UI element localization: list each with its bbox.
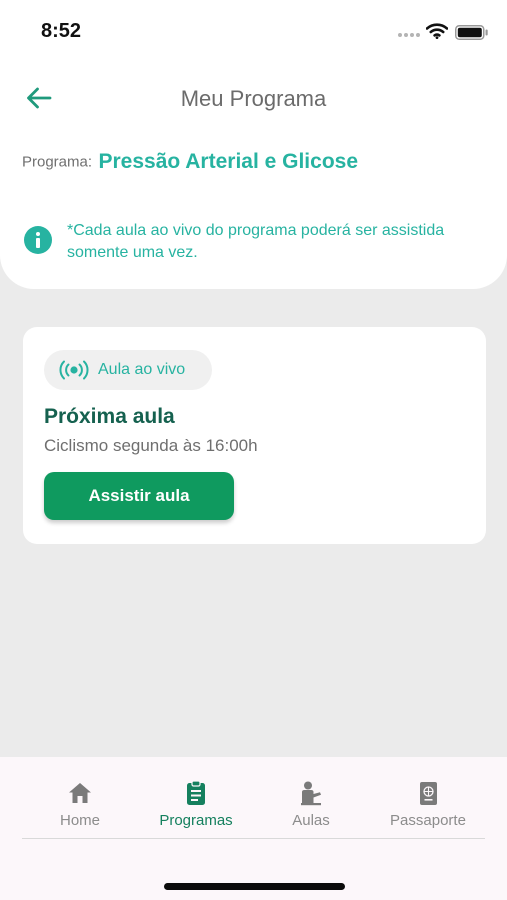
watch-class-button[interactable]: Assistir aula — [44, 472, 234, 520]
tab-bar: Home Programas Aulas Passaporte — [0, 757, 507, 900]
live-badge: Aula ao vivo — [44, 350, 212, 390]
passport-icon — [420, 782, 437, 805]
battery-icon — [455, 25, 488, 40]
status-bar: 8:52 — [0, 0, 507, 60]
info-icon — [24, 226, 52, 254]
signal-dots-icon — [398, 33, 422, 51]
program-line: Programa: Pressão Arterial e Glicose — [22, 150, 358, 174]
tab-programas-label: Programas — [159, 812, 233, 829]
tab-home[interactable]: Home — [25, 779, 135, 835]
live-class-card: Aula ao vivo Próxima aula Ciclismo segun… — [23, 327, 486, 544]
tab-divider — [22, 838, 485, 839]
tab-programas[interactable]: Programas — [141, 779, 251, 835]
clipboard-icon — [187, 780, 205, 805]
home-icon — [69, 783, 91, 803]
home-indicator[interactable] — [164, 883, 345, 890]
status-time: 8:52 — [41, 20, 82, 42]
info-note-text: *Cada aula ao vivo do programa poderá se… — [67, 222, 445, 261]
tab-passaporte[interactable]: Passaporte — [373, 779, 483, 835]
live-badge-label: Aula ao vivo — [98, 361, 186, 378]
tab-passaporte-label: Passaporte — [390, 812, 466, 829]
wifi-icon — [426, 23, 448, 39]
nav-header: Meu Programa — [0, 75, 507, 121]
page-title: Meu Programa — [180, 86, 327, 111]
program-name: Pressão Arterial e Glicose — [98, 150, 359, 173]
tab-aulas[interactable]: Aulas — [256, 779, 366, 835]
tab-aulas-label: Aulas — [292, 812, 330, 829]
tab-home-label: Home — [59, 812, 100, 829]
next-class-title: Próxima aula — [44, 405, 175, 428]
live-broadcast-icon — [59, 360, 89, 380]
person-class-icon — [301, 781, 321, 806]
next-class-subtitle: Ciclismo segunda às 16:00h — [44, 436, 258, 455]
program-label: Programa: — [22, 153, 93, 171]
